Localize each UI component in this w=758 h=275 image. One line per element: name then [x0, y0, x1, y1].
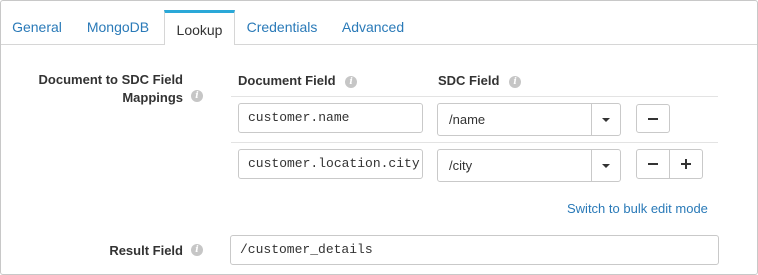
sdc-field-info-icon[interactable]: i: [509, 76, 522, 88]
document-field-input[interactable]: customer.name: [238, 103, 423, 133]
add-row-button[interactable]: [669, 150, 701, 178]
divider: [231, 142, 718, 143]
mappings-label-line1: Document to SDC Field: [38, 72, 183, 87]
row-actions: [636, 149, 703, 179]
sdc-field-select[interactable]: /city: [437, 149, 621, 182]
sdc-field-value: /name: [449, 112, 486, 127]
tab-general[interactable]: General: [7, 11, 67, 44]
tab-advanced[interactable]: Advanced: [336, 11, 410, 44]
sdc-field-select[interactable]: /name: [437, 103, 621, 136]
remove-row-button[interactable]: [637, 105, 669, 132]
document-field-header-label: Document Field: [238, 73, 336, 88]
document-field-header: Document Field i: [238, 71, 358, 90]
remove-row-button[interactable]: [637, 150, 669, 178]
config-panel: General MongoDB Lookup Credentials Advan…: [0, 0, 758, 275]
tab-bar: General MongoDB Lookup Credentials Advan…: [1, 1, 757, 45]
tab-credentials[interactable]: Credentials: [242, 11, 322, 44]
mappings-info-icon[interactable]: i: [191, 90, 203, 102]
result-field-label: Result Field: [109, 243, 183, 258]
tab-mongodb[interactable]: MongoDB: [80, 11, 156, 44]
result-field-info-icon[interactable]: i: [191, 244, 203, 256]
document-field-info-icon[interactable]: i: [345, 76, 358, 88]
tab-lookup[interactable]: Lookup: [164, 10, 235, 45]
sdc-field-header-label: SDC Field: [438, 73, 500, 88]
sdc-field-header: SDC Field i: [438, 71, 522, 90]
row-actions: [636, 104, 670, 133]
mappings-label-line2: Mappings: [122, 90, 183, 105]
caret-down-icon[interactable]: [591, 150, 620, 181]
divider: [231, 96, 718, 97]
bulk-edit-link[interactable]: Switch to bulk edit mode: [567, 199, 708, 218]
document-field-input[interactable]: customer.location.city: [238, 149, 423, 179]
sdc-field-value: /city: [449, 158, 473, 173]
caret-down-icon[interactable]: [591, 104, 620, 135]
result-field-input[interactable]: /customer_details: [230, 235, 719, 265]
